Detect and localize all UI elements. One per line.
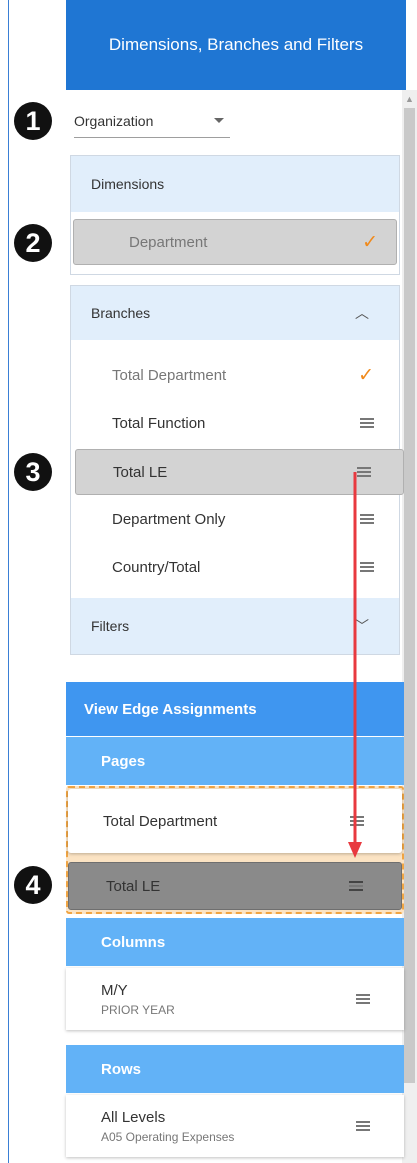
dimensions-header-label: Dimensions [91,176,165,192]
page-item-label: Total LE [106,877,161,895]
step-marker-3: 3 [14,453,52,491]
step-marker-1: 1 [14,102,52,140]
window-frame-line [8,0,9,1163]
panel-title: Dimensions, Branches and Filters [108,35,364,54]
dimensions-header: Dimensions [71,156,399,212]
row-item-label: All Levels [101,1108,166,1126]
branch-item-total-function[interactable]: Total Function [112,400,374,446]
checkmark-icon: ✓ [362,231,378,253]
step-marker-label: 4 [25,869,41,900]
column-item-label: M/Y [101,981,128,999]
chevron-up-icon[interactable]: ︿ [355,303,369,323]
branch-item-label: Total LE [113,463,168,481]
step-marker-label: 1 [25,105,41,136]
branch-item-label: Total Function [112,414,206,432]
scrollbar-thumb[interactable] [404,108,415,1083]
row-item-text: All Levels A05 Operating Expenses [101,1109,234,1144]
branch-item-total-department[interactable]: Total Department ✓ [112,352,374,398]
step-marker-label: 2 [25,227,41,258]
branches-header[interactable]: Branches ︿ [71,286,399,340]
rows-header-label: Rows [101,1060,142,1078]
column-item-text: M/Y PRIOR YEAR [101,982,175,1017]
branch-item-country-total[interactable]: Country/Total [112,544,374,590]
columns-header-label: Columns [101,933,166,951]
column-item-my[interactable]: M/Y PRIOR YEAR [66,968,404,1030]
checkmark-icon: ✓ [358,364,374,386]
pages-header-label: Pages [101,752,146,770]
branch-item-label: Total Department [112,366,227,384]
step-marker-2: 2 [14,224,52,262]
column-item-sublabel: PRIOR YEAR [101,1002,175,1017]
drag-handle-icon[interactable] [356,1121,370,1131]
branches-header-label: Branches [91,305,151,321]
row-item-sublabel: A05 Operating Expenses [101,1129,235,1144]
page-item-label: Total Department [103,812,218,830]
branch-item-department-only[interactable]: Department Only [112,496,374,542]
drag-arrow-icon [348,472,362,858]
scroll-up-icon[interactable]: ▲ [404,92,415,106]
row-item-all-levels[interactable]: All Levels A05 Operating Expenses [66,1095,404,1157]
branch-item-label: Country/Total [112,558,201,576]
drag-handle-icon[interactable] [356,994,370,1004]
filters-header-label: Filters [91,618,130,634]
columns-header: Columns [66,918,404,966]
drag-handle-icon[interactable] [360,418,374,428]
branch-item-label: Department Only [112,510,226,528]
edge-assignments-title: View Edge Assignments [84,700,257,718]
dimension-item-department[interactable]: Department ✓ [73,219,397,265]
page-item-total-le-dragged[interactable]: Total LE [68,862,402,910]
rows-header: Rows [66,1045,404,1093]
step-marker-label: 3 [25,456,41,487]
caret-down-icon [214,118,224,123]
dimension-item-label: Department [129,233,208,251]
organization-select[interactable]: Organization [74,104,230,138]
drag-handle-icon[interactable] [349,881,363,891]
step-marker-4: 4 [14,866,52,904]
panel-header: Dimensions, Branches and Filters [66,0,406,90]
organization-select-value: Organization [74,112,154,129]
